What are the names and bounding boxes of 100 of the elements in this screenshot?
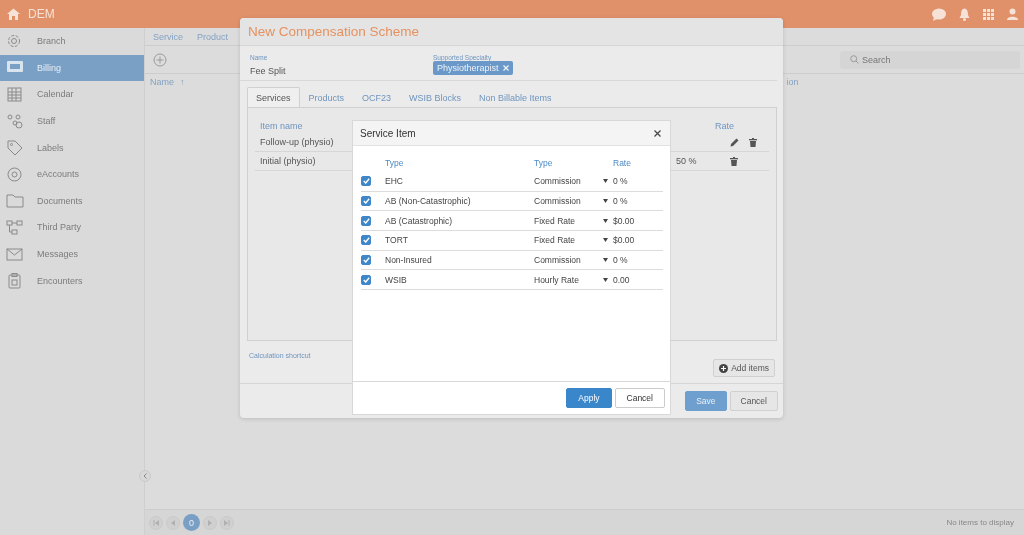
sidebar-item[interactable]: Billing	[0, 54, 144, 82]
chevron-icon	[143, 473, 147, 479]
add-icon[interactable]	[153, 52, 167, 67]
table-cell-text: Follow-up (physio)	[259, 137, 334, 147]
sidebar-item[interactable]: Third Party	[0, 214, 144, 241]
rate-field[interactable]: 0 %	[613, 255, 663, 266]
people-icon	[6, 112, 24, 130]
tab[interactable]: Service	[153, 31, 183, 42]
trash-icon[interactable]	[730, 156, 738, 166]
rate-type-dropdown[interactable]: Hourly Rate	[534, 274, 613, 285]
column-header: Item name	[259, 120, 303, 131]
specialty-tag[interactable]: Physiotherapist	[433, 61, 513, 75]
table-cell-text: Initial (physio)	[259, 156, 316, 166]
caret-icon	[603, 199, 608, 204]
page-number[interactable]: 0	[183, 514, 200, 531]
add-items-button[interactable]: Add items	[713, 359, 775, 377]
previous-button[interactable]	[166, 515, 180, 530]
checkbox[interactable]	[361, 235, 371, 246]
table-cell-text: AB (Non-Catastrophic)	[385, 196, 472, 207]
next-button[interactable]	[203, 515, 217, 530]
sidebar-item[interactable]: Staff	[0, 107, 144, 135]
clipboard-icon	[6, 272, 24, 290]
sort-arrow[interactable]: ↑	[180, 77, 185, 87]
tab[interactable]: OCF23	[353, 87, 401, 107]
last-page-button[interactable]	[220, 515, 234, 530]
dialog-title: New Compensation Scheme	[240, 18, 783, 46]
table-cell-text: WSIB	[385, 274, 408, 285]
checkbox[interactable]	[361, 255, 371, 266]
modal-title: Service Item	[360, 127, 416, 139]
next-icon	[207, 519, 213, 526]
pencil-icon[interactable]	[730, 137, 739, 147]
rate-field[interactable]: 0 %	[613, 176, 663, 187]
bell-icon[interactable]	[959, 7, 970, 21]
sidebar-item[interactable]: Labels	[0, 134, 144, 161]
table-cell-text: 50 %	[676, 156, 698, 166]
previous-icon	[170, 519, 176, 526]
table-cell-text: TORT	[385, 235, 409, 246]
last-page-icon	[224, 519, 230, 526]
column-header[interactable]: Name	[150, 77, 174, 87]
rate-field[interactable]: $0.00	[613, 215, 663, 226]
chat-bubble-icon[interactable]	[932, 7, 946, 21]
checkbox[interactable]	[361, 196, 371, 207]
column-header: Rate	[715, 120, 735, 131]
caret-icon	[603, 258, 608, 263]
rate-type-dropdown[interactable]: Fixed Rate	[534, 215, 613, 226]
first-page-icon	[153, 519, 159, 526]
tag-icon	[6, 139, 24, 157]
table-cell-text: Non-Insured	[385, 255, 433, 266]
checkbox[interactable]	[361, 176, 371, 187]
tab[interactable]: Products	[299, 87, 354, 107]
rate-type-dropdown[interactable]: Fixed Rate	[534, 235, 613, 246]
sidebar-item[interactable]: eAccounts	[0, 160, 144, 188]
checkbox[interactable]	[361, 274, 371, 285]
app-title: DEM	[28, 7, 55, 21]
remove-icon[interactable]	[502, 65, 509, 71]
tab[interactable]: Product	[197, 31, 229, 42]
rate-type-dropdown[interactable]: Commission	[534, 176, 613, 187]
column-header[interactable]: ion	[786, 77, 799, 87]
sidebar-item[interactable]: Documents	[0, 187, 144, 215]
table-cell-text: AB (Catastrophic)	[385, 215, 454, 226]
tab[interactable]: WSIB Blocks	[400, 87, 471, 107]
nodes-icon	[6, 218, 24, 236]
rate-field[interactable]: 0.00	[613, 274, 663, 285]
cancel-button[interactable]: Cancel	[729, 391, 778, 411]
add-icon	[719, 363, 729, 373]
envelope-icon	[6, 245, 24, 263]
calendar-icon	[6, 86, 24, 103]
tab[interactable]: Non Billable Items	[470, 87, 561, 107]
rate-type-dropdown[interactable]: Commission	[534, 255, 613, 266]
apply-button[interactable]: Apply	[566, 388, 612, 408]
save-button[interactable]: Save	[685, 391, 727, 411]
rate-field[interactable]: $0.00	[613, 235, 663, 246]
search-icon	[850, 55, 859, 64]
cancel-button[interactable]: Cancel	[614, 388, 665, 408]
search-field[interactable]: Search	[840, 50, 1020, 69]
rate-field[interactable]: 0 %	[613, 196, 663, 207]
checkbox[interactable]	[361, 215, 371, 226]
trash-icon[interactable]	[749, 137, 757, 147]
first-page-button[interactable]	[149, 515, 163, 530]
pager-status: No items to display	[946, 518, 1014, 527]
tab[interactable]: Services	[247, 87, 300, 107]
sidebar-item[interactable]: Messages	[0, 240, 144, 268]
name-field[interactable]: Fee Split	[250, 66, 433, 76]
sidebar-item[interactable]: Encounters	[0, 267, 144, 294]
table-cell-text: EHC	[385, 176, 404, 187]
caret-icon	[603, 238, 608, 243]
sidebar-item[interactable]: Branch	[0, 28, 144, 55]
rate-type-dropdown[interactable]: Commission	[534, 196, 613, 207]
column-header: Type	[534, 158, 554, 168]
grid-icon[interactable]	[983, 8, 994, 20]
column-header: Type	[385, 158, 405, 168]
home-icon[interactable]	[7, 8, 20, 20]
close-button[interactable]	[651, 127, 664, 139]
person-icon[interactable]	[1007, 8, 1018, 20]
column-header: Rate	[613, 158, 632, 168]
caret-icon	[603, 179, 608, 184]
caret-icon	[603, 277, 608, 282]
close-icon	[654, 129, 661, 137]
folder-icon	[6, 192, 24, 210]
sidebar-item[interactable]: Calendar	[0, 81, 144, 108]
